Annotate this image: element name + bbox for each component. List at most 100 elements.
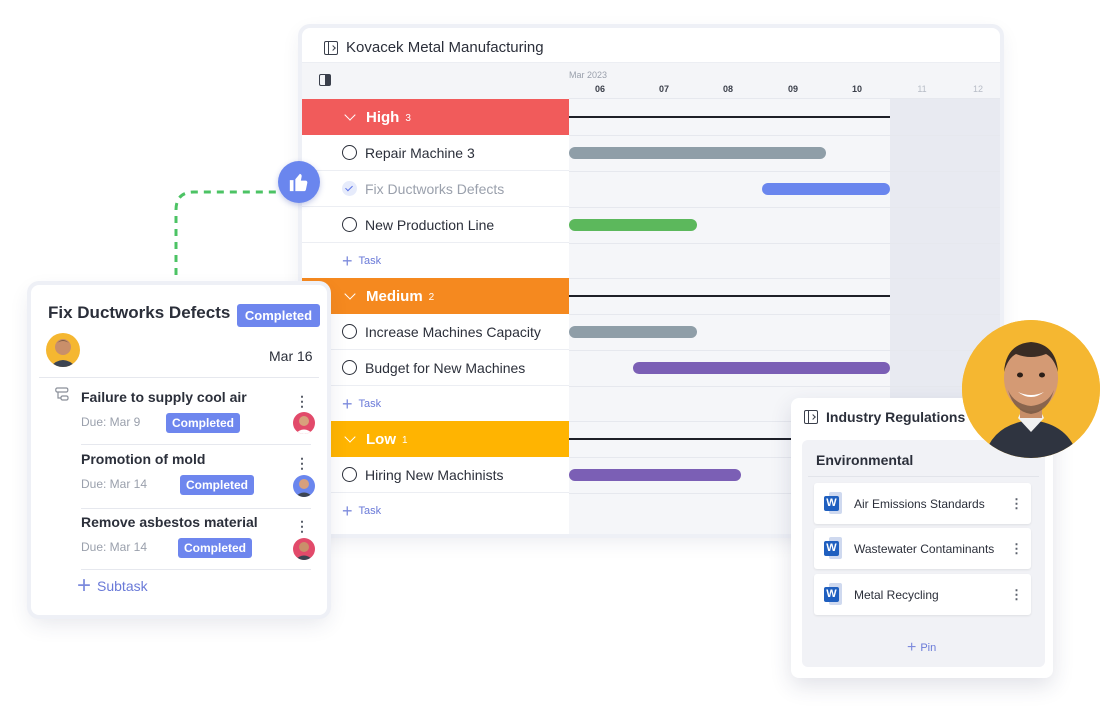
month-label: Mar 2023 xyxy=(569,70,608,80)
task-checkbox[interactable] xyxy=(342,145,357,160)
plus-icon: + xyxy=(342,500,353,521)
row-divider xyxy=(569,135,1000,136)
divider xyxy=(808,476,1039,477)
word-doc-icon: W xyxy=(824,536,842,561)
task-bar[interactable] xyxy=(569,219,697,231)
group-label: High xyxy=(366,108,400,126)
group-label: Medium xyxy=(366,287,423,305)
chevron-down-icon[interactable] xyxy=(344,287,356,300)
task-label: Hiring New Machinists xyxy=(365,466,504,483)
task-bar[interactable] xyxy=(569,326,697,338)
status-badge[interactable]: Completed xyxy=(180,475,254,495)
task-row[interactable]: Budget for New Machines xyxy=(302,350,569,386)
plus-icon: + xyxy=(342,250,353,271)
avatar[interactable] xyxy=(46,333,80,367)
plus-icon: + xyxy=(77,572,92,599)
add-task-button[interactable]: + Task xyxy=(302,493,569,529)
subtask-title: Remove asbestos material xyxy=(81,514,258,530)
task-bar[interactable] xyxy=(762,183,890,195)
task-list-header xyxy=(302,63,569,99)
row-divider xyxy=(569,171,1000,172)
user-avatar-large xyxy=(962,320,1100,458)
document-item[interactable]: W Air Emissions Standards ⋮ xyxy=(814,483,1031,524)
add-pin-button[interactable]: + Pin xyxy=(907,639,936,657)
document-name: Air Emissions Standards xyxy=(854,496,985,511)
task-row[interactable]: Hiring New Machinists xyxy=(302,457,569,493)
card-header: Industry Regulations xyxy=(804,409,965,425)
task-checkbox[interactable] xyxy=(342,217,357,232)
row-divider xyxy=(569,314,1000,315)
task-checkbox[interactable] xyxy=(342,467,357,482)
avatar[interactable] xyxy=(293,538,315,560)
task-checkbox[interactable] xyxy=(342,360,357,375)
task-bar[interactable] xyxy=(569,147,826,159)
group-high[interactable]: High 3 xyxy=(302,99,569,135)
more-options-icon[interactable]: ⋮ xyxy=(295,393,309,410)
more-options-icon[interactable]: ⋮ xyxy=(295,518,309,535)
task-checkbox[interactable] xyxy=(342,324,357,339)
avatar[interactable] xyxy=(293,475,315,497)
task-label: Repair Machine 3 xyxy=(365,144,475,161)
gantt-header: Kovacek Metal Manufacturing xyxy=(324,39,544,56)
row-divider xyxy=(569,243,1000,244)
group-label: Low xyxy=(366,430,396,448)
task-list: High 3 Repair Machine 3 Fix Ductworks De… xyxy=(302,63,569,534)
task-checkbox-checked[interactable] xyxy=(342,181,357,196)
more-options-icon[interactable]: ⋮ xyxy=(1010,496,1023,512)
day-tick: 12 xyxy=(972,84,984,94)
day-tick: 10 xyxy=(851,84,863,94)
task-row[interactable]: Fix Ductworks Defects xyxy=(302,171,569,207)
document-name: Wastewater Contaminants xyxy=(854,541,995,556)
like-button[interactable] xyxy=(278,161,320,203)
more-options-icon[interactable]: ⋮ xyxy=(1010,587,1023,603)
add-task-button[interactable]: + Task xyxy=(302,243,569,279)
group-count: 2 xyxy=(428,291,435,303)
task-bar[interactable] xyxy=(633,362,890,374)
task-bar[interactable] xyxy=(569,469,741,481)
document-item[interactable]: W Wastewater Contaminants ⋮ xyxy=(814,528,1031,569)
task-detail-card: Fix Ductworks Defects Completed Mar 16 F… xyxy=(31,285,327,615)
subtask-title: Promotion of mold xyxy=(81,451,206,467)
collapse-sidebar-icon[interactable] xyxy=(319,74,331,86)
chevron-down-icon[interactable] xyxy=(344,430,356,443)
task-label: Budget for New Machines xyxy=(365,359,526,376)
panel-toggle-icon[interactable] xyxy=(804,410,818,424)
divider xyxy=(81,569,311,570)
status-badge[interactable]: Completed xyxy=(166,413,240,433)
group-count: 3 xyxy=(405,112,411,124)
group-low[interactable]: Low 1 xyxy=(302,421,569,457)
subtask-due: Due: Mar 14 xyxy=(81,540,148,554)
thumbs-up-icon xyxy=(289,173,308,192)
add-subtask-button[interactable]: + Subtask xyxy=(77,572,148,599)
status-badge[interactable]: Completed xyxy=(237,304,320,327)
plus-icon: + xyxy=(342,393,353,414)
panel-toggle-icon[interactable] xyxy=(324,40,338,55)
add-pin-label: Pin xyxy=(920,642,937,654)
connector-line xyxy=(174,190,280,288)
task-row[interactable]: New Production Line xyxy=(302,207,569,243)
day-tick: 06 xyxy=(594,84,606,94)
more-options-icon[interactable]: ⋮ xyxy=(295,455,309,472)
word-doc-icon: W xyxy=(824,582,842,607)
chevron-down-icon[interactable] xyxy=(344,108,356,121)
more-options-icon[interactable]: ⋮ xyxy=(1010,541,1023,557)
group-medium[interactable]: Medium 2 xyxy=(302,278,569,314)
section-title: Environmental xyxy=(816,452,914,468)
document-section: Environmental W Air Emissions Standards … xyxy=(802,440,1045,667)
task-title: Fix Ductworks Defects xyxy=(48,303,231,322)
task-row[interactable]: Repair Machine 3 xyxy=(302,135,569,171)
divider xyxy=(81,508,311,509)
document-item[interactable]: W Metal Recycling ⋮ xyxy=(814,574,1031,615)
task-label: New Production Line xyxy=(365,216,495,233)
row-divider xyxy=(569,350,1000,351)
word-doc-icon: W xyxy=(824,491,842,516)
task-label: Fix Ductworks Defects xyxy=(365,180,505,197)
status-badge[interactable]: Completed xyxy=(178,538,252,558)
row-divider xyxy=(569,278,1000,279)
divider xyxy=(39,377,319,378)
add-task-label: Task xyxy=(358,505,382,517)
subtask-due: Due: Mar 14 xyxy=(81,477,148,491)
avatar[interactable] xyxy=(293,412,315,434)
task-row[interactable]: Increase Machines Capacity xyxy=(302,314,569,350)
add-task-button[interactable]: + Task xyxy=(302,386,569,422)
